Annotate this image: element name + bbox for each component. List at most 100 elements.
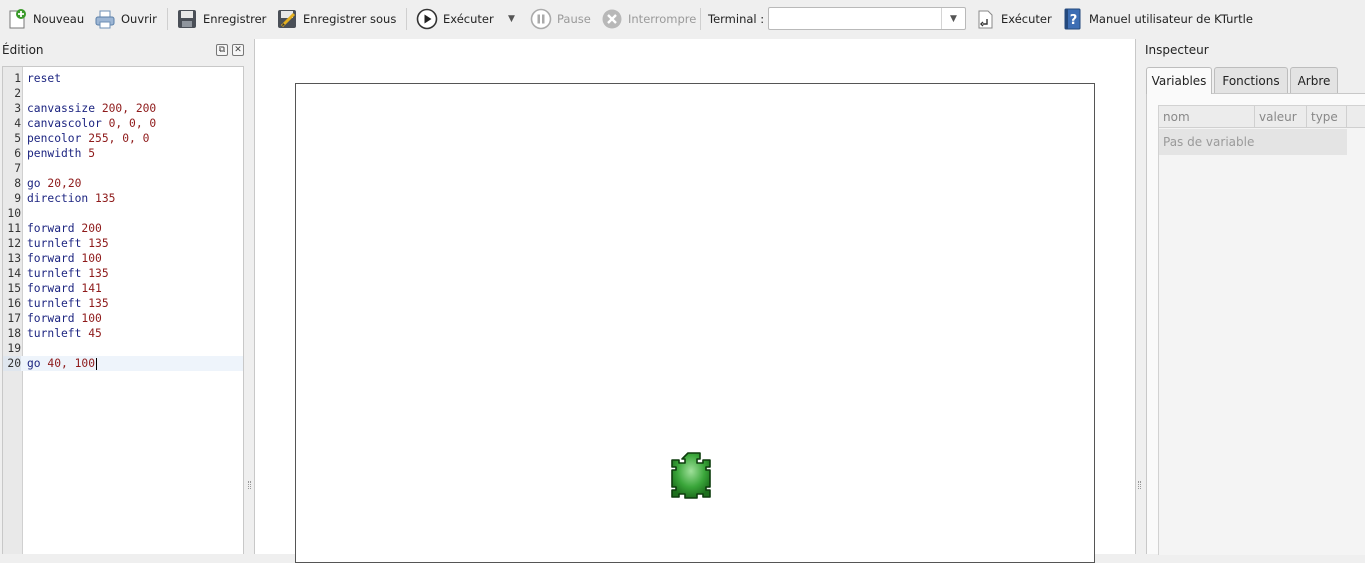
manual-button[interactable]: ? Manuel utilisateur de KTurtle: [1062, 7, 1253, 31]
open-button[interactable]: Ouvrir: [94, 7, 157, 31]
code-arguments: 45: [81, 327, 102, 340]
code-line[interactable]: 2: [3, 86, 243, 101]
float-panel-button[interactable]: ⧉: [216, 44, 228, 56]
toolbar-separator: [167, 8, 168, 30]
save-as-button[interactable]: Enregistrer sous: [276, 7, 396, 31]
run-speed-dropdown[interactable]: ▼: [508, 7, 515, 31]
column-header-name[interactable]: nom: [1159, 106, 1255, 128]
code-keyword: turnleft: [27, 267, 82, 280]
code-keyword: canvassize: [27, 102, 96, 115]
code-line[interactable]: 11 forward 200: [3, 221, 243, 236]
code-line[interactable]: 6 penwidth 5: [3, 146, 243, 161]
toolbar-separator: [700, 8, 701, 30]
code-line[interactable]: 16 turnleft 135: [3, 296, 243, 311]
code-line[interactable]: 1 reset: [3, 71, 243, 86]
code-line[interactable]: 18 turnleft 45: [3, 326, 243, 341]
code-text: turnleft 135: [27, 266, 109, 281]
stop-button[interactable]: Interrompre: [601, 7, 696, 31]
help-book-icon: ?: [1062, 8, 1084, 30]
code-arguments: 100: [74, 312, 102, 325]
variables-panel: nom valeur type Pas de variable: [1146, 93, 1365, 555]
pause-button[interactable]: Pause: [530, 7, 591, 31]
column-header-type[interactable]: type: [1307, 106, 1347, 128]
run-command-icon: [974, 8, 996, 30]
variables-table[interactable]: nom valeur type Pas de variable: [1158, 105, 1365, 555]
code-line[interactable]: 8 go 20,20: [3, 176, 243, 191]
line-number: 15: [7, 282, 21, 295]
tab-variables[interactable]: Variables: [1146, 67, 1212, 94]
code-line[interactable]: 5 pencolor 255, 0, 0: [3, 131, 243, 146]
save-label: Enregistrer: [203, 12, 267, 26]
code-text: reset: [27, 71, 61, 86]
code-line[interactable]: 19: [3, 341, 243, 356]
close-panel-button[interactable]: ✕: [232, 44, 244, 56]
code-line[interactable]: 12 turnleft 135: [3, 236, 243, 251]
save-disk-icon: [176, 8, 198, 30]
terminal-input[interactable]: [769, 8, 941, 29]
code-text: go 40, 100: [27, 356, 98, 371]
code-text: forward 100: [27, 311, 102, 326]
new-button[interactable]: Nouveau: [6, 7, 84, 31]
code-arguments: 200, 200: [95, 102, 157, 115]
column-header-value[interactable]: valeur: [1255, 106, 1307, 128]
line-number: 13: [7, 252, 21, 265]
terminal-combobox[interactable]: ▼: [768, 7, 966, 30]
code-keyword: turnleft: [27, 297, 82, 310]
code-keyword: turnleft: [27, 327, 82, 340]
line-number: 17: [7, 312, 21, 325]
pause-label: Pause: [557, 12, 591, 26]
splitter-handle-right[interactable]: [1138, 481, 1141, 489]
terminal-dropdown-button[interactable]: ▼: [941, 8, 965, 29]
save-button[interactable]: Enregistrer: [176, 7, 266, 31]
code-line[interactable]: 9 direction 135: [3, 191, 243, 206]
code-text: turnleft 135: [27, 296, 109, 311]
code-text: forward 100: [27, 251, 102, 266]
code-line[interactable]: 15 forward 141: [3, 281, 243, 296]
new-label: Nouveau: [33, 12, 85, 26]
turtle-icon: [671, 452, 711, 499]
code-keyword: forward: [27, 312, 75, 325]
code-text: forward 141: [27, 281, 102, 296]
code-text: forward 200: [27, 221, 102, 236]
code-line[interactable]: 4 canvascolor 0, 0, 0: [3, 116, 243, 131]
canvas-view: [254, 39, 1136, 563]
line-number: 12: [7, 237, 21, 250]
line-number: 10: [7, 207, 21, 220]
code-editor[interactable]: 1 reset 2 3 canvassize 200, 200 4 canvascolor …: [2, 66, 244, 554]
column-header-filler: [1347, 106, 1365, 128]
run-button[interactable]: Exécuter: [416, 7, 494, 31]
code-line[interactable]: 14 turnleft 135: [3, 266, 243, 281]
code-line[interactable]: 7: [3, 161, 243, 176]
line-number: 18: [7, 327, 21, 340]
line-number: 9: [14, 192, 21, 205]
code-arguments: 141: [74, 282, 102, 295]
svg-text:?: ?: [1070, 13, 1078, 28]
code-line[interactable]: 13 forward 100: [3, 251, 243, 266]
code-line[interactable]: 17 forward 100: [3, 311, 243, 326]
code-line[interactable]: 10: [3, 206, 243, 221]
code-line[interactable]: 20 go 40, 100: [3, 356, 243, 371]
terminal-run-button[interactable]: Exécuter: [974, 7, 1052, 31]
code-line[interactable]: 3 canvassize 200, 200: [3, 101, 243, 116]
code-arguments: 40, 100: [40, 357, 96, 370]
code-keyword: go: [27, 177, 41, 190]
code-arguments: 100: [74, 252, 102, 265]
code-text: penwidth 5: [27, 146, 95, 161]
tab-tree[interactable]: Arbre: [1290, 67, 1338, 93]
code-text: pencolor 255, 0, 0: [27, 131, 149, 146]
tab-functions[interactable]: Fonctions: [1214, 67, 1288, 93]
line-number: 16: [7, 297, 21, 310]
code-arguments: 255, 0, 0: [81, 132, 150, 145]
terminal-label: Terminal :: [708, 7, 764, 31]
empty-variables-message: Pas de variable: [1159, 129, 1347, 155]
code-text: canvassize 200, 200: [27, 101, 156, 116]
terminal-label-text: Terminal :: [708, 12, 765, 26]
line-number: 14: [7, 267, 21, 280]
code-arguments: 200: [74, 222, 102, 235]
line-number: 1: [14, 72, 21, 85]
splitter-handle-left[interactable]: [248, 481, 251, 489]
code-arguments: 0, 0, 0: [101, 117, 157, 130]
code-keyword: forward: [27, 252, 75, 265]
terminal-run-label: Exécuter: [1001, 12, 1052, 26]
save-as-icon: [276, 8, 298, 30]
